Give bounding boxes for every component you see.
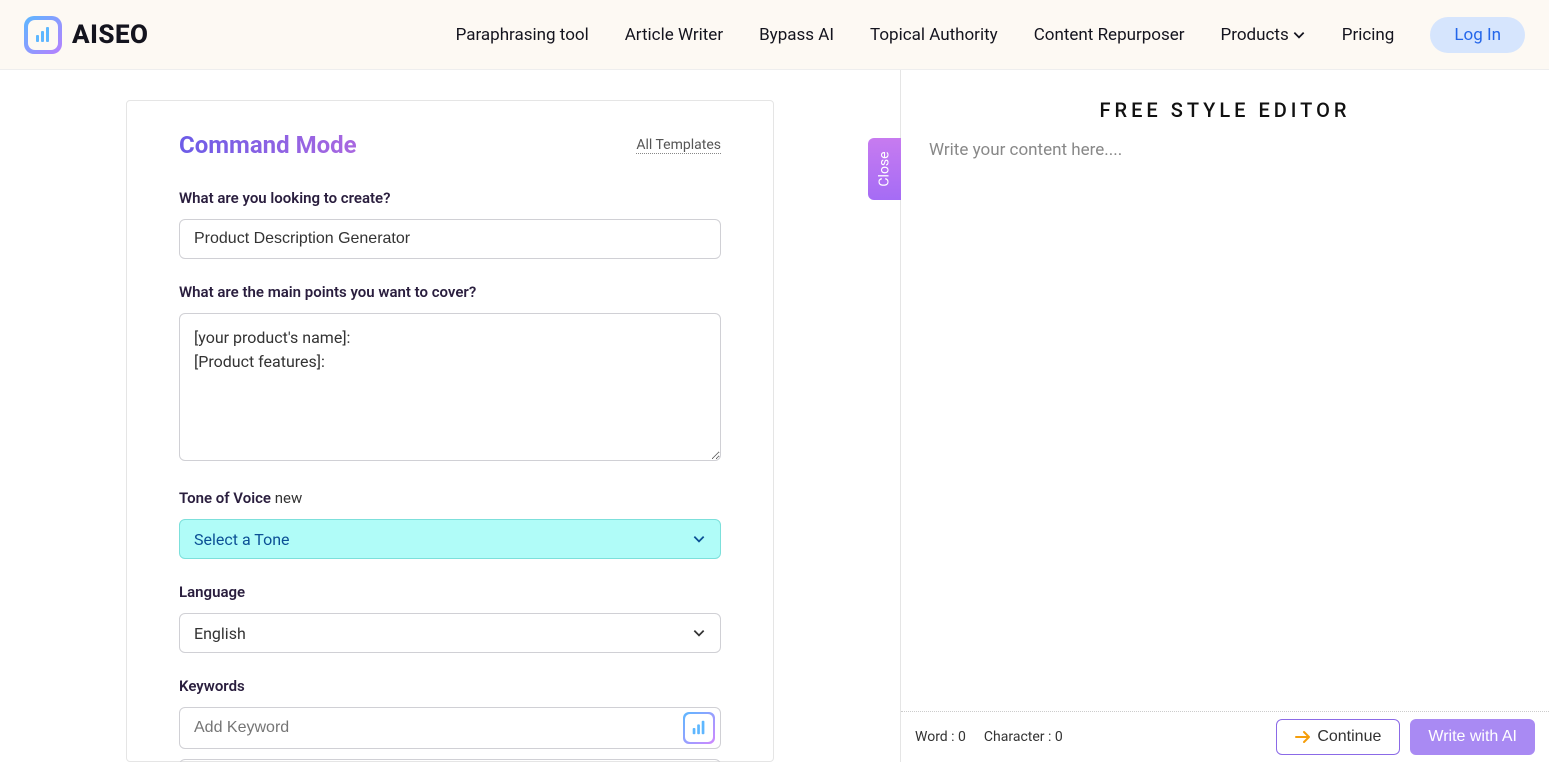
arrow-right-icon (1295, 730, 1311, 744)
left-panel: Command Mode All Templates What are you … (0, 70, 900, 762)
language-value: English (194, 624, 246, 643)
all-templates-link[interactable]: All Templates (636, 137, 721, 154)
nav-products[interactable]: Products (1221, 25, 1306, 45)
footer-right: Continue Write with AI (1276, 719, 1535, 755)
keywords-label: Keywords (179, 677, 721, 695)
logo-text: AISEO (72, 20, 148, 50)
create-field-group: What are you looking to create? (179, 189, 721, 259)
form-container: Command Mode All Templates What are you … (126, 100, 774, 762)
nav-pricing[interactable]: Pricing (1342, 25, 1395, 45)
logo-icon (24, 16, 62, 54)
editor-footer: Word : 0 Character : 0 Continue Write wi… (901, 712, 1549, 762)
header: AISEO Paraphrasing tool Article Writer B… (0, 0, 1549, 70)
tone-label-text: Tone of Voice (179, 489, 271, 507)
main-points-label: What are the main points you want to cov… (179, 283, 721, 301)
tone-label: Tone of Voice new (179, 489, 721, 507)
chevron-down-icon (692, 626, 706, 640)
language-label: Language (179, 583, 721, 601)
tone-select[interactable]: Select a Tone (179, 519, 721, 559)
word-count: Word : 0 (915, 729, 966, 745)
keywords-field-group: Keywords (179, 677, 721, 762)
tone-badge: new (275, 489, 303, 507)
nav-article-writer[interactable]: Article Writer (625, 25, 723, 45)
login-button[interactable]: Log In (1430, 17, 1525, 53)
keyword-input[interactable] (179, 707, 721, 749)
nav-paraphrasing[interactable]: Paraphrasing tool (456, 25, 589, 45)
continue-label: Continue (1317, 728, 1381, 746)
close-tab-text: Close (877, 151, 893, 186)
editor-area[interactable]: Write your content here.... (901, 140, 1549, 712)
form-header: Command Mode All Templates (179, 111, 721, 159)
main-points-textarea[interactable]: [your product's name]: [Product features… (179, 313, 721, 461)
keyword-generate-button[interactable] (683, 712, 715, 744)
close-tab[interactable]: Close (868, 138, 901, 200)
continue-button[interactable]: Continue (1276, 719, 1400, 755)
nav-content-repurposer[interactable]: Content Repurposer (1034, 25, 1185, 45)
char-count: Character : 0 (984, 729, 1063, 745)
nav-products-label: Products (1221, 25, 1289, 45)
language-select[interactable]: English (179, 613, 721, 653)
right-panel: Close FREE STYLE EDITOR Write your conte… (900, 70, 1549, 762)
tone-field-group: Tone of Voice new Select a Tone (179, 489, 721, 559)
command-mode-title: Command Mode (179, 131, 357, 159)
chevron-down-icon (692, 532, 706, 546)
editor-title: FREE STYLE EDITOR (901, 70, 1549, 140)
language-field-group: Language English (179, 583, 721, 653)
editor-placeholder: Write your content here.... (929, 140, 1122, 160)
chevron-down-icon (1292, 28, 1306, 42)
logo-bars-icon (33, 25, 53, 45)
write-ai-button[interactable]: Write with AI (1410, 719, 1535, 755)
main-points-field-group: What are the main points you want to cov… (179, 283, 721, 465)
main: Command Mode All Templates What are you … (0, 70, 1549, 762)
create-label: What are you looking to create? (179, 189, 721, 207)
nav-topical-authority[interactable]: Topical Authority (870, 25, 998, 45)
nav-bypass-ai[interactable]: Bypass AI (759, 25, 834, 45)
create-input[interactable] (179, 219, 721, 259)
logo[interactable]: AISEO (24, 16, 148, 54)
tone-select-text: Select a Tone (194, 530, 290, 549)
keyword-wrap (179, 707, 721, 749)
bars-icon (690, 719, 708, 737)
nav: Paraphrasing tool Article Writer Bypass … (456, 17, 1525, 53)
